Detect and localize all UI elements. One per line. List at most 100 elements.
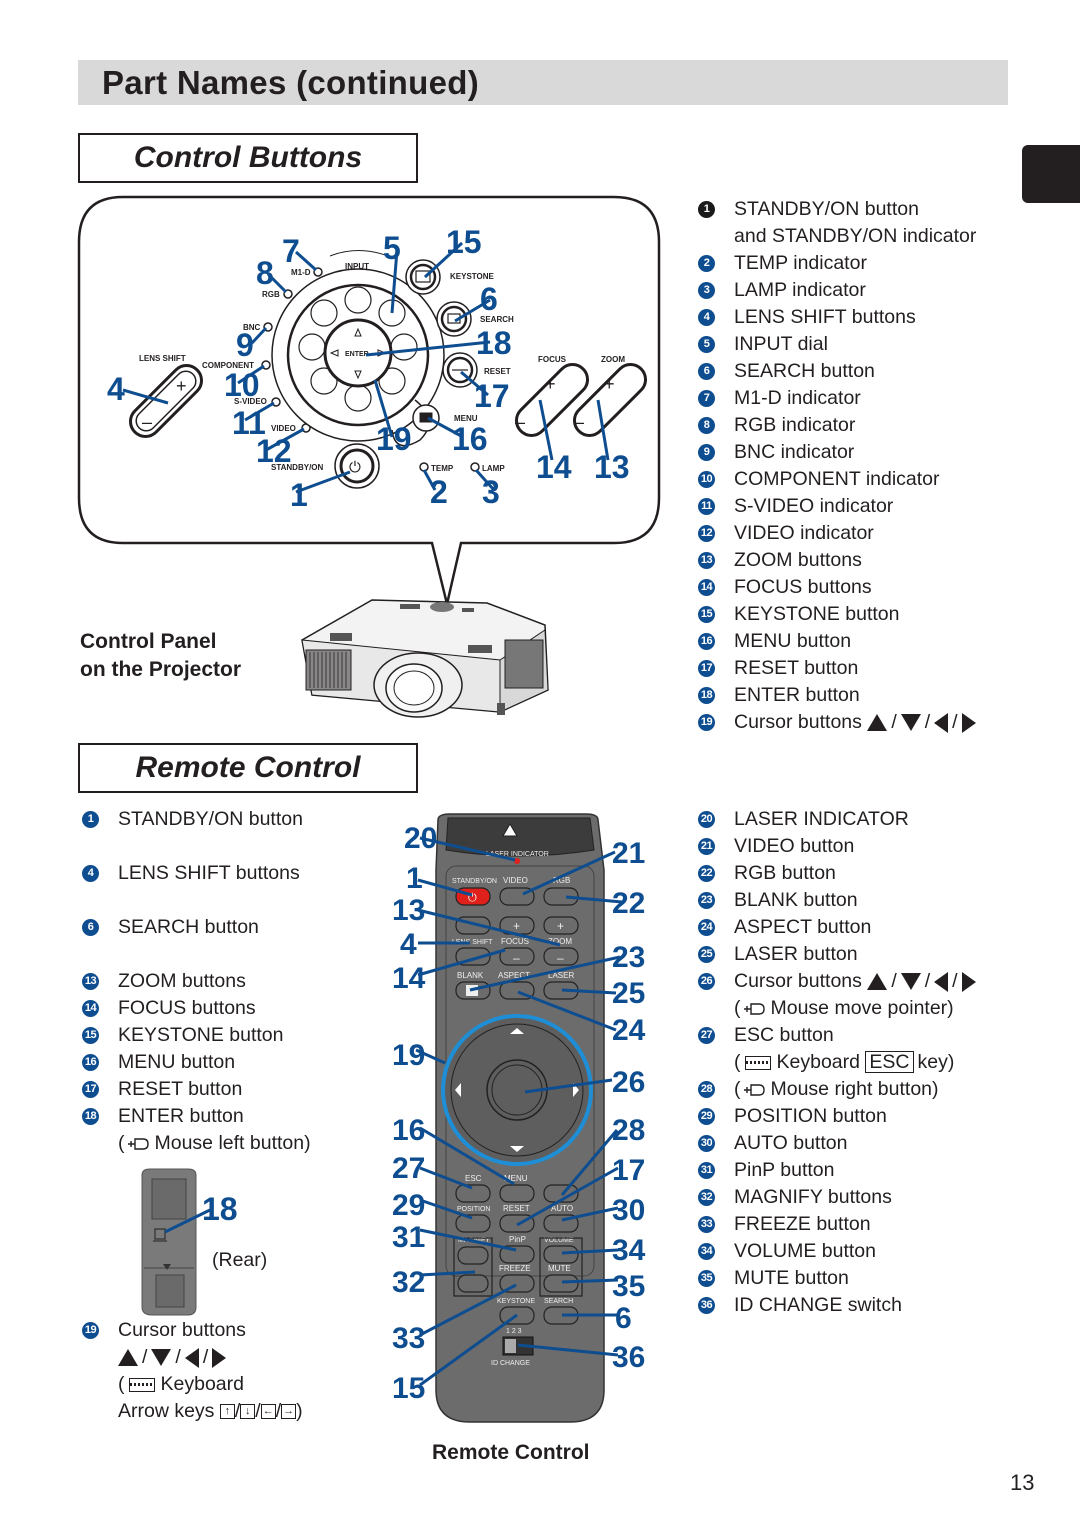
callout-3: 3 xyxy=(482,474,500,510)
part-label: POSITION button xyxy=(734,1105,887,1127)
list-item: 33 FREEZE button xyxy=(698,1211,976,1238)
svg-text:VIDEO: VIDEO xyxy=(503,876,528,885)
list-item: 7 M1-D indicator xyxy=(698,385,976,412)
svg-text:RGB: RGB xyxy=(262,290,280,299)
callout-27: 27 xyxy=(392,1152,425,1185)
callout-23: 23 xyxy=(612,941,645,974)
svg-text:MUTE: MUTE xyxy=(548,1264,571,1273)
number-badge: 23 xyxy=(698,892,715,909)
list-item: 27 ESC button xyxy=(698,1022,976,1049)
part-label: ZOOM buttons xyxy=(734,549,862,571)
list-item: 20 LASER INDICATOR xyxy=(698,806,976,833)
list-item: 21 VIDEO button xyxy=(698,833,976,860)
projector-illustration xyxy=(301,599,549,718)
up-arrow-icon xyxy=(867,973,888,991)
part-label: FOCUS buttons xyxy=(734,576,872,598)
number-badge: 4 xyxy=(698,309,715,326)
number-badge: 6 xyxy=(698,363,715,380)
callout-20: 20 xyxy=(404,822,437,855)
part-label: BNC indicator xyxy=(734,441,855,463)
list-item: 17 RESET button xyxy=(82,1076,311,1103)
list-item: 31 PinP button xyxy=(698,1157,976,1184)
callout-12: 12 xyxy=(256,433,292,469)
svg-text:KEYSTONE: KEYSTONE xyxy=(497,1298,535,1305)
callout-29: 29 xyxy=(392,1189,425,1222)
part-label: VIDEO button xyxy=(734,835,855,857)
number-badge: 25 xyxy=(698,946,715,963)
list-item: 19 Cursor buttons xyxy=(82,1317,303,1344)
svg-text:+: + xyxy=(604,374,615,394)
list-item: 5 INPUT dial xyxy=(698,331,976,358)
list-item: 17 RESET button xyxy=(698,655,976,682)
svg-text:–: – xyxy=(574,412,584,432)
callout-19: 19 xyxy=(376,421,412,457)
number-badge: 21 xyxy=(698,838,715,855)
remote-left-parts-list: 1 STANDBY/ON button 4 LENS SHIFT buttons 6… xyxy=(82,806,311,1157)
list-item: 2 TEMP indicator xyxy=(698,250,976,277)
list-item-note: (Keyboard xyxy=(118,1373,244,1395)
callout-35: 35 xyxy=(612,1270,645,1303)
list-item: 10 COMPONENT indicator xyxy=(698,466,976,493)
keyboard-icon xyxy=(744,1055,771,1070)
callout-30: 30 xyxy=(612,1194,645,1227)
svg-text:TEMP: TEMP xyxy=(431,464,454,473)
svg-text:+: + xyxy=(557,919,564,933)
svg-text:VIDEO: VIDEO xyxy=(271,424,296,433)
list-item: 15 KEYSTONE button xyxy=(698,601,976,628)
number-badge: 11 xyxy=(698,498,715,515)
control-panel-caption: Control Panel on the Projector xyxy=(80,630,242,681)
part-label: MUTE button xyxy=(734,1267,849,1289)
part-label: FREEZE button xyxy=(734,1213,871,1235)
callout-13: 13 xyxy=(392,894,425,927)
number-badge: 7 xyxy=(698,390,715,407)
part-label: LAMP indicator xyxy=(734,279,866,301)
number-badge: 15 xyxy=(698,606,715,623)
number-badge: 14 xyxy=(698,579,715,596)
part-label: LENS SHIFT buttons xyxy=(734,306,916,328)
number-badge: 10 xyxy=(698,471,715,488)
down-arrow-icon xyxy=(151,1349,172,1367)
list-item: 32 MAGNIFY buttons xyxy=(698,1184,976,1211)
callout-19: 19 xyxy=(392,1039,425,1072)
number-badge: 8 xyxy=(698,417,715,434)
number-badge: 20 xyxy=(698,811,715,828)
mouse-icon xyxy=(743,1003,765,1015)
svg-text:–: – xyxy=(513,951,520,965)
part-label: RGB button xyxy=(734,862,836,884)
left-key-icon: ← xyxy=(260,1404,276,1420)
list-item: 35 MUTE button xyxy=(698,1265,976,1292)
left-arrow-icon xyxy=(184,1347,199,1368)
part-label: VOLUME button xyxy=(734,1240,876,1262)
callout-32: 32 xyxy=(392,1266,425,1299)
number-badge: 34 xyxy=(698,1243,715,1260)
callout-5: 5 xyxy=(383,230,401,266)
svg-text:ID CHANGE: ID CHANGE xyxy=(491,1360,530,1367)
list-item: 9 BNC indicator xyxy=(698,439,976,466)
list-item-note: Arrow keys ↑ / ↓ / ← / →) xyxy=(118,1400,303,1422)
part-label: S-VIDEO indicator xyxy=(734,495,894,517)
callout-10: 10 xyxy=(224,367,260,403)
callout-16: 16 xyxy=(452,421,488,457)
svg-text:LAMP: LAMP xyxy=(482,464,505,473)
part-label: ID CHANGE switch xyxy=(734,1294,902,1316)
callout-1: 1 xyxy=(406,862,423,895)
number-badge: 19 xyxy=(698,714,715,731)
section-remote-control: Remote Control xyxy=(78,743,418,793)
number-badge: 17 xyxy=(698,660,715,677)
right-arrow-icon xyxy=(212,1347,227,1368)
right-key-icon: → xyxy=(281,1404,297,1420)
svg-text:–: – xyxy=(515,412,525,432)
list-item: 14 FOCUS buttons xyxy=(82,995,311,1022)
svg-text:FOCUS: FOCUS xyxy=(501,937,529,946)
list-item: 8 RGB indicator xyxy=(698,412,976,439)
number-badge: 28 xyxy=(698,1081,715,1098)
list-item: 4 LENS SHIFT buttons xyxy=(82,860,311,887)
callout-33: 33 xyxy=(392,1322,425,1355)
esc-key-icon: ESC xyxy=(865,1051,914,1073)
callout-2: 2 xyxy=(430,474,448,510)
callout-16: 16 xyxy=(392,1114,425,1147)
callout-4: 4 xyxy=(107,371,125,407)
list-item: 16 MENU button xyxy=(82,1049,311,1076)
section-title-remote-control: Remote Control xyxy=(135,751,361,784)
svg-text:STANDBY/ON: STANDBY/ON xyxy=(452,878,497,885)
